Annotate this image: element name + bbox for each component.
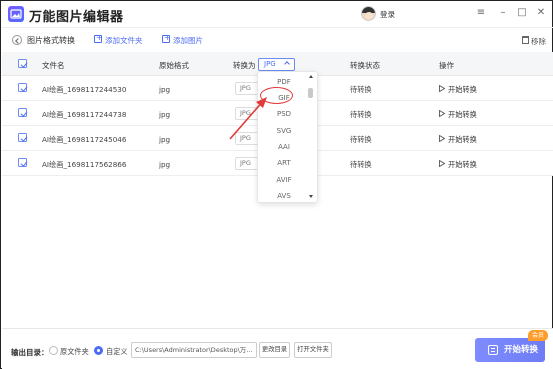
radio-custom[interactable]: [94, 346, 103, 355]
output-dir-label: 输出目录：: [11, 348, 49, 357]
header-action: 操作: [439, 61, 454, 70]
page-title: 图片格式转换: [27, 36, 75, 45]
radio-custom-label[interactable]: 自定义: [106, 347, 128, 357]
row-status: 待转换: [350, 85, 372, 94]
row-checkbox[interactable]: [18, 108, 27, 117]
scroll-up-icon[interactable]: [309, 75, 313, 78]
convert-icon: [488, 345, 498, 355]
trash-icon[interactable]: [522, 36, 529, 44]
row-file-name: AI绘画_1698117562866: [42, 160, 127, 169]
add-image-icon[interactable]: [162, 33, 171, 43]
change-dir-button[interactable]: 更改目录: [259, 342, 290, 358]
start-convert-label: 开始转换: [504, 345, 539, 355]
chevron-up-icon: [284, 61, 290, 67]
select-all-checkbox[interactable]: [18, 59, 27, 68]
row-start-button[interactable]: 开始转换: [448, 135, 477, 145]
play-icon[interactable]: [439, 160, 445, 167]
row-original-format: jpg: [159, 160, 171, 169]
row-start-button[interactable]: 开始转换: [448, 160, 477, 170]
row-file-name: AI绘画_1698117245046: [42, 135, 127, 144]
remove-all-button[interactable]: 移除: [531, 36, 546, 47]
row-checkbox[interactable]: [18, 133, 27, 142]
row-status: 待转换: [350, 160, 372, 169]
minimize-button[interactable]: –: [496, 7, 510, 18]
radio-source-label[interactable]: 原文件夹: [60, 347, 89, 357]
format-option-art[interactable]: ART: [258, 159, 310, 167]
maximize-button[interactable]: □: [515, 7, 529, 18]
row-status: 待转换: [350, 135, 372, 144]
row-status: 待转换: [350, 110, 372, 119]
row-start-button[interactable]: 开始转换: [448, 110, 477, 120]
vip-badge: 会员: [528, 330, 548, 341]
row-file-name: AI绘画_1698117244738: [42, 110, 127, 119]
app-title: 万能图片编辑器: [29, 10, 124, 25]
title-bar: 万能图片编辑器 登录 ≡ – □ ✕: [2, 2, 553, 26]
app-window: 万能图片编辑器 登录 ≡ – □ ✕ 图片格式转换 添加文件夹 添加图片 移除 …: [0, 0, 553, 369]
back-icon[interactable]: [12, 35, 22, 45]
convert-to-value: JPG: [264, 60, 276, 68]
annotation-arrow-icon: [229, 97, 267, 140]
row-start-button[interactable]: 开始转换: [448, 85, 477, 95]
row-checkbox[interactable]: [18, 158, 27, 167]
format-option-avif[interactable]: AVIF: [258, 176, 310, 184]
format-option-aai[interactable]: AAI: [258, 143, 310, 151]
app-logo-icon: [8, 6, 24, 22]
login-link[interactable]: 登录: [380, 9, 395, 20]
add-image-button[interactable]: 添加图片: [173, 35, 203, 46]
format-option-avs[interactable]: AVS: [258, 192, 310, 200]
add-folder-button[interactable]: 添加文件夹: [105, 35, 143, 46]
format-option-pdf[interactable]: PDF: [258, 78, 310, 86]
close-button[interactable]: ✕: [534, 7, 548, 18]
play-icon[interactable]: [439, 110, 445, 117]
user-avatar[interactable]: [361, 6, 376, 21]
scroll-down-icon[interactable]: [309, 195, 313, 198]
toolbar: 图片格式转换 添加文件夹 添加图片 移除: [2, 27, 553, 51]
add-folder-icon[interactable]: [94, 33, 103, 43]
menu-icon[interactable]: ≡: [474, 7, 488, 18]
output-bar: 输出目录： 原文件夹 自定义 C:\Users\Administrator\De…: [2, 328, 553, 369]
header-file-name: 文件名: [42, 61, 65, 70]
header-status: 转换状态: [350, 61, 380, 70]
row-original-format: jpg: [159, 135, 171, 144]
radio-source-folder[interactable]: [49, 346, 58, 355]
convert-to-select[interactable]: JPG: [258, 58, 295, 71]
output-path-field[interactable]: C:\Users\Administrator\Desktop\万...: [131, 342, 257, 358]
header-original-format: 原始格式: [159, 61, 189, 70]
row-checkbox[interactable]: [18, 83, 27, 92]
play-icon[interactable]: [439, 135, 445, 142]
dropdown-scrollbar[interactable]: [308, 88, 313, 98]
row-original-format: jpg: [159, 85, 171, 94]
start-convert-button[interactable]: 开始转换: [475, 338, 545, 362]
row-original-format: jpg: [159, 110, 171, 119]
header-convert-to: 转换为: [233, 61, 256, 70]
row-file-name: AI绘画_1698117244530: [42, 85, 127, 94]
open-folder-button[interactable]: 打开文件夹: [294, 342, 332, 358]
play-icon[interactable]: [439, 85, 445, 92]
